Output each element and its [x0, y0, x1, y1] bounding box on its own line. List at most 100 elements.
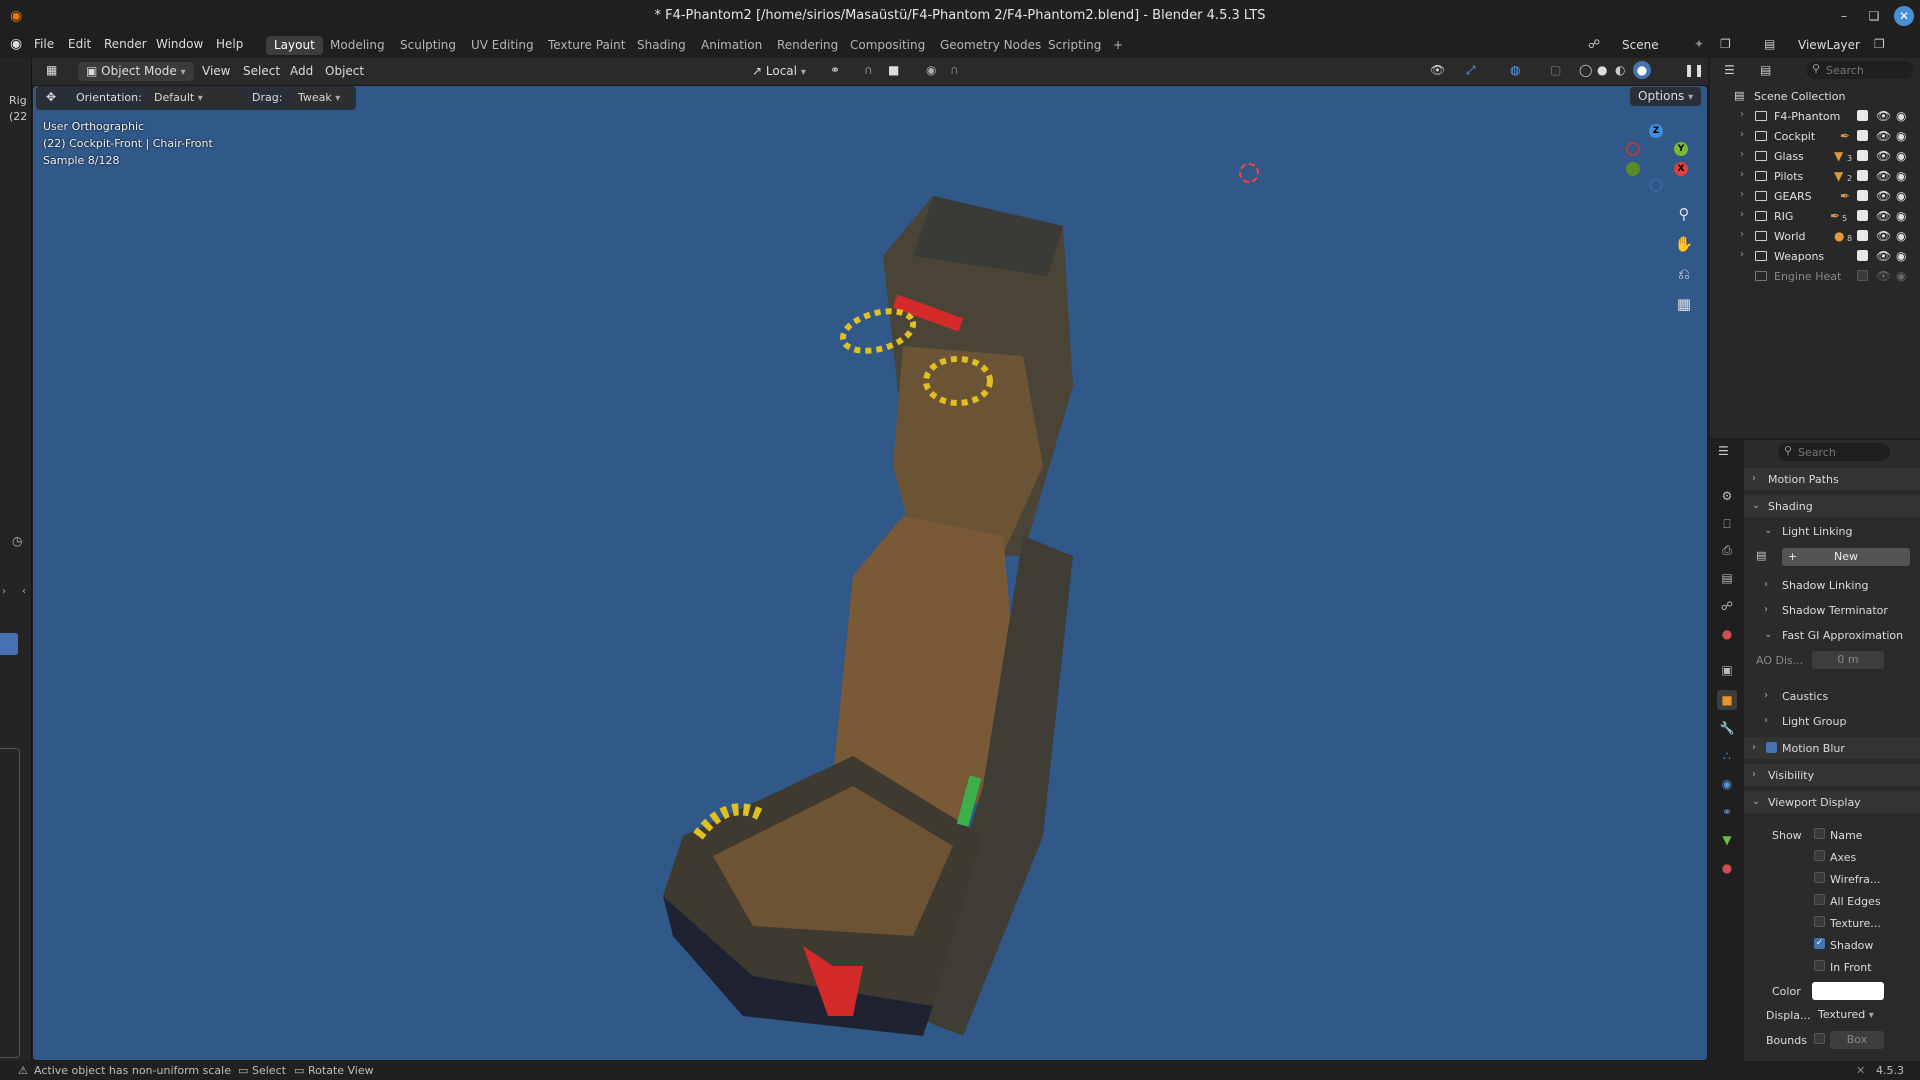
xray-icon[interactable]: ▢	[1550, 63, 1561, 77]
eye-icon[interactable]: 👁	[1876, 209, 1891, 223]
show-shadow-checkbox[interactable]: ✓	[1814, 938, 1825, 949]
expand-chevron-icon[interactable]: ›	[1740, 169, 1744, 180]
gizmo-z-axis[interactable]: Z	[1649, 124, 1663, 138]
menu-add[interactable]: Add	[282, 62, 321, 81]
properties-editor-icon[interactable]: ☰	[1718, 444, 1729, 458]
pause-render-icon[interactable]: ❚❚	[1684, 63, 1704, 77]
panel-shading[interactable]: ⌄ Shading	[1744, 495, 1920, 517]
transform-orientation-dropdown[interactable]: ↗ Local	[744, 62, 814, 81]
left-panel-selected-item[interactable]	[0, 633, 18, 655]
display-as-dropdown[interactable]: Textured	[1812, 1006, 1884, 1024]
view-layer-icon[interactable]: ▤	[1764, 37, 1775, 51]
menu-window[interactable]: Window	[156, 37, 203, 51]
modifier-tab-icon[interactable]: 🔧	[1717, 718, 1737, 738]
constraints-tab-icon[interactable]: ⚭	[1717, 802, 1737, 822]
outliner-item-world[interactable]: › World ● 8 👁 ◉	[1710, 226, 1920, 246]
expand-chevron-icon[interactable]: ›	[1740, 189, 1744, 200]
show-name-checkbox[interactable]	[1814, 828, 1825, 839]
tab-scripting[interactable]: Scripting	[1040, 36, 1109, 55]
options-dropdown[interactable]: Options	[1630, 87, 1702, 106]
minimize-icon[interactable]: –	[1834, 6, 1854, 26]
show-wireframe-checkbox[interactable]	[1814, 872, 1825, 883]
ortho-grid-icon[interactable]: ▦	[1671, 291, 1697, 317]
outliner-item-engine-heat[interactable]: Engine Heat 👁 ◉	[1710, 266, 1920, 286]
object-tab-icon[interactable]: ■	[1717, 690, 1737, 710]
expand-chevron-icon[interactable]: ›	[1740, 109, 1744, 120]
camera-view-icon[interactable]: ⎌	[1671, 261, 1697, 287]
exclude-checkbox[interactable]	[1857, 170, 1868, 181]
show-name-option[interactable]: Name	[1744, 824, 1920, 846]
eye-icon[interactable]: 👁	[1876, 149, 1891, 163]
wireframe-shading-icon[interactable]: ◯	[1579, 63, 1592, 77]
tab-shading[interactable]: Shading	[629, 36, 694, 55]
tab-animation[interactable]: Animation	[693, 36, 770, 55]
tab-geometry-nodes[interactable]: Geometry Nodes	[932, 36, 1049, 55]
proportional-edit-icon[interactable]: ◉	[926, 63, 936, 77]
show-axes-option[interactable]: Axes	[1744, 846, 1920, 868]
show-shadow-option[interactable]: ✓ Shadow	[1744, 934, 1920, 956]
menu-view[interactable]: View	[194, 62, 238, 81]
gizmo-neg-z-axis[interactable]	[1649, 178, 1663, 192]
outliner-editor-icon[interactable]: ☰	[1724, 63, 1735, 77]
pivot-icon[interactable]: ⚭	[830, 63, 840, 77]
data-tab-icon[interactable]: ▼	[1717, 830, 1737, 850]
exclude-checkbox[interactable]	[1857, 210, 1868, 221]
left-panel-list[interactable]	[0, 748, 20, 1058]
camera-icon[interactable]: ◉	[1896, 109, 1906, 123]
collapse-arrow-icon[interactable]: ›	[2, 586, 6, 597]
collection-tab-icon[interactable]: ▣	[1717, 660, 1737, 680]
expand-chevron-icon[interactable]: ›	[1740, 249, 1744, 260]
solid-shading-icon[interactable]: ●	[1597, 63, 1607, 77]
subpanel-shadow-terminator[interactable]: › Shadow Terminator	[1744, 599, 1920, 621]
tab-sculpting[interactable]: Sculpting	[392, 36, 464, 55]
menu-object[interactable]: Object	[317, 62, 372, 81]
view-layer-tab-icon[interactable]: ▤	[1717, 568, 1737, 588]
new-view-layer-icon[interactable]: ❐	[1874, 37, 1885, 51]
properties-search-input[interactable]: ⚲ Search	[1778, 443, 1890, 461]
tab-rendering[interactable]: Rendering	[769, 36, 846, 55]
color-swatch[interactable]	[1812, 982, 1884, 1000]
editor-type-icon[interactable]: ▦	[46, 63, 57, 77]
view-layer-name[interactable]: ViewLayer	[1798, 38, 1860, 52]
eye-icon[interactable]: 👁	[1876, 269, 1891, 283]
scene-icon[interactable]: ☍	[1588, 37, 1600, 51]
output-tab-icon[interactable]: ⎙	[1717, 540, 1737, 560]
camera-icon[interactable]: ◉	[1896, 269, 1906, 283]
outliner-item-weapons[interactable]: › Weapons 👁 ◉	[1710, 246, 1920, 266]
outliner-item-gears[interactable]: › GEARS ✒ 👁 ◉	[1710, 186, 1920, 206]
tab-modeling[interactable]: Modeling	[322, 36, 393, 55]
camera-icon[interactable]: ◉	[1896, 209, 1906, 223]
ao-distance-field[interactable]: 0 m	[1812, 651, 1884, 669]
outliner-scene-collection[interactable]: ▤ Scene Collection	[1710, 86, 1920, 106]
outliner-item-cockpit[interactable]: › Cockpit ✒ 👁 ◉	[1710, 126, 1920, 146]
menu-file[interactable]: File	[34, 37, 54, 51]
tab-layout[interactable]: Layout	[266, 36, 323, 55]
visibility-filter-icon[interactable]: 👁	[1430, 63, 1445, 77]
close-icon[interactable]: ✕	[1894, 6, 1914, 26]
exclude-checkbox[interactable]	[1857, 130, 1868, 141]
show-axes-checkbox[interactable]	[1814, 850, 1825, 861]
gizmo-neg-x-axis[interactable]	[1626, 142, 1640, 156]
camera-icon[interactable]: ◉	[1896, 189, 1906, 203]
camera-icon[interactable]: ◉	[1896, 169, 1906, 183]
new-light-linking-button[interactable]: + New	[1782, 548, 1910, 566]
gizmo-neg-y-axis[interactable]	[1626, 162, 1640, 176]
zoom-icon[interactable]: ⚲	[1671, 201, 1697, 227]
menu-render[interactable]: Render	[104, 37, 147, 51]
expand-chevron-icon[interactable]: ›	[1740, 229, 1744, 240]
expand-arrow-icon[interactable]: ‹	[22, 586, 26, 597]
expand-chevron-icon[interactable]: ›	[1740, 149, 1744, 160]
gizmo-y-axis[interactable]: Y	[1674, 142, 1688, 156]
menu-select[interactable]: Select	[235, 62, 288, 81]
tab-compositing[interactable]: Compositing	[842, 36, 933, 55]
outliner-search-input[interactable]: ⚲ Search	[1806, 61, 1914, 79]
show-in-front-option[interactable]: In Front	[1744, 956, 1920, 978]
eye-icon[interactable]: 👁	[1876, 229, 1891, 243]
rendered-shading-icon[interactable]: ●	[1633, 61, 1651, 79]
subpanel-shadow-linking[interactable]: › Shadow Linking	[1744, 574, 1920, 596]
eye-icon[interactable]: 👁	[1876, 129, 1891, 143]
bounds-dropdown[interactable]: Box	[1830, 1031, 1884, 1049]
panel-motion-blur[interactable]: › Motion Blur	[1744, 737, 1920, 759]
outliner-item-pilots[interactable]: › Pilots ▼ 2 👁 ◉	[1710, 166, 1920, 186]
expand-chevron-icon[interactable]: ›	[1740, 209, 1744, 220]
